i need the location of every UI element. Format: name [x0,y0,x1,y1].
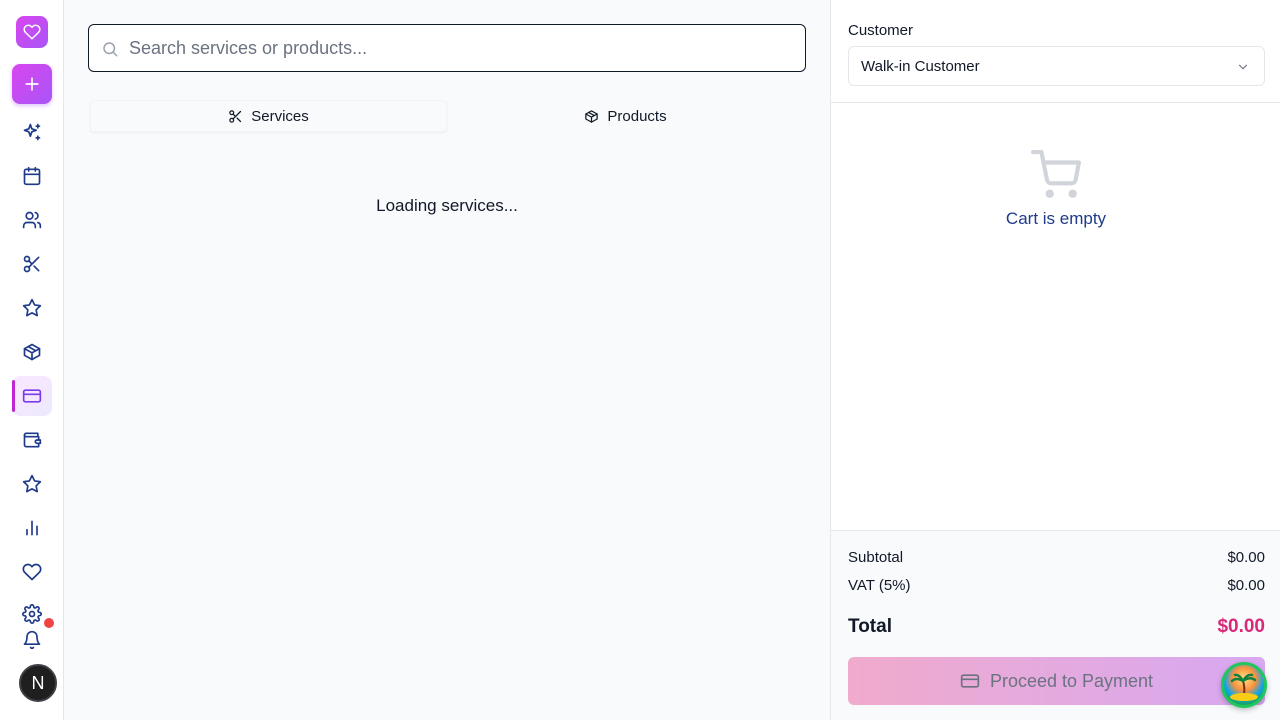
vat-label: VAT (5%) [848,577,911,594]
heart-icon [23,24,41,40]
proceed-to-payment-button[interactable]: Proceed to Payment [848,657,1265,705]
sidebar-item-wallet[interactable] [12,420,52,460]
search-box [88,24,806,72]
assistant-button[interactable] [1221,662,1267,708]
sidebar-item-sparkles[interactable] [12,112,52,152]
calendar-icon [23,166,41,186]
bar-chart-icon [26,520,38,536]
avatar[interactable]: N [19,664,57,702]
package-icon [585,109,599,123]
total-value: $0.00 [1217,616,1265,637]
sidebar-item-reports[interactable] [12,508,52,548]
vat-row: VAT (5%) $0.00 [848,577,1265,594]
search-input[interactable] [129,25,789,71]
subtotal-label: Subtotal [848,549,904,566]
catalog-tabs: Services Products [90,100,804,132]
subtotal-value: $0.00 [1227,549,1265,566]
search-icon [103,42,118,57]
sidebar-item-favorites[interactable] [12,552,52,592]
app-logo[interactable] [16,16,48,48]
package-icon [23,343,41,361]
cart-panel: Customer Walk-in Customer Cart is empty … [830,0,1280,720]
tab-services-label: Services [251,107,309,125]
heart-icon [22,563,42,581]
avatar-initial: N [31,672,45,693]
star-icon [22,474,42,493]
star-icon [22,298,42,317]
tab-products-label: Products [607,107,667,125]
subtotal-row: Subtotal $0.00 [848,549,1265,566]
sidebar: N [0,0,64,720]
scissors-icon [229,109,242,123]
customer-select-value: Walk-in Customer [861,57,980,75]
totals-section: Subtotal $0.00 VAT (5%) $0.00 Total $0.0… [831,530,1280,720]
credit-card-icon [960,674,980,688]
tab-services[interactable]: Services [90,100,447,132]
credit-card-icon [22,389,42,403]
total-row: Total $0.00 [848,616,1265,638]
loading-message: Loading services... [376,196,518,215]
sidebar-item-pos[interactable] [12,376,52,416]
sidebar-item-reviews[interactable] [12,288,52,328]
customer-label: Customer [848,22,914,39]
bell-icon [23,630,41,650]
shopping-cart-icon [1031,150,1081,198]
sidebar-item-products[interactable] [12,332,52,372]
proceed-to-payment-label: Proceed to Payment [989,670,1154,691]
sidebar-item-loyalty[interactable] [12,464,52,504]
chevron-down-icon [1238,64,1248,70]
total-label: Total [848,616,892,637]
palm-island-icon [1230,673,1258,701]
sidebar-item-calendar[interactable] [12,156,52,196]
sidebar-item-services[interactable] [12,244,52,284]
scissors-icon [23,255,40,273]
wallet-icon [23,432,42,448]
notification-badge [43,617,55,629]
new-appointment-button[interactable] [12,64,52,104]
cart-empty-illustration [1031,150,1081,200]
users-icon [22,211,42,229]
main-content: Services Products Loading services... [64,0,830,720]
plus-icon [25,77,39,91]
sparkles-icon [23,123,41,141]
cart-empty-text: Cart is empty [1005,209,1107,228]
customer-select[interactable]: Walk-in Customer [848,46,1265,86]
vat-value: $0.00 [1227,577,1265,594]
divider [831,102,1280,103]
tab-products[interactable]: Products [447,100,804,132]
sidebar-item-clients[interactable] [12,200,52,240]
